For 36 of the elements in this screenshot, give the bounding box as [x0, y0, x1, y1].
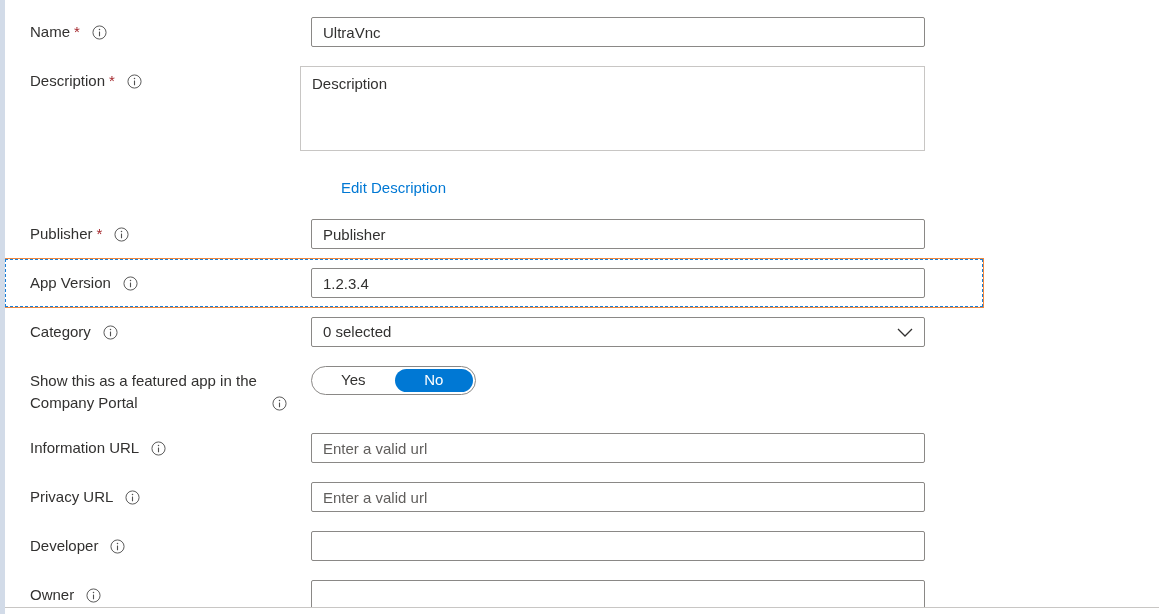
- field-label: Developer: [30, 536, 99, 556]
- toggle-option[interactable]: No: [394, 369, 473, 392]
- info-icon[interactable]: [272, 396, 287, 411]
- field-label: Description: [30, 71, 106, 91]
- category-dropdown[interactable]: 0 selected: [311, 317, 925, 347]
- text-field[interactable]: [311, 531, 925, 561]
- field-label: Owner: [30, 585, 75, 605]
- text-field[interactable]: Enter a valid url: [311, 433, 925, 463]
- selected-row[interactable]: App Version 1.2.3.4: [5, 259, 983, 307]
- field-label: Information URL: [30, 438, 140, 458]
- field-label: Privacy URL: [30, 487, 114, 507]
- info-icon[interactable]: [125, 490, 141, 505]
- required-asterisk: *: [96, 224, 103, 244]
- field-label: Category: [30, 322, 91, 342]
- info-icon[interactable]: [110, 539, 126, 554]
- field-label: Show this as a featured app in the Company Portal: [30, 371, 258, 413]
- chevron-down-icon: [897, 327, 913, 337]
- text-field[interactable]: UltraVnc: [311, 17, 925, 47]
- field-label: Name: [30, 22, 70, 42]
- info-icon[interactable]: [126, 74, 142, 89]
- field-label: App Version: [30, 273, 111, 293]
- text-field[interactable]: Enter a valid url: [311, 482, 925, 512]
- info-icon[interactable]: [102, 325, 118, 340]
- edit-description-link[interactable]: Edit Description: [341, 179, 447, 196]
- description-field[interactable]: Description: [300, 66, 925, 151]
- info-icon[interactable]: [122, 276, 138, 291]
- info-icon[interactable]: [114, 227, 130, 242]
- text-field[interactable]: 1.2.3.4: [311, 268, 925, 298]
- text-field[interactable]: Publisher: [311, 219, 925, 249]
- text-field[interactable]: [311, 580, 925, 607]
- info-icon[interactable]: [91, 25, 107, 40]
- required-asterisk: *: [74, 22, 80, 42]
- field-label: Publisher: [30, 224, 93, 244]
- info-icon[interactable]: [86, 588, 102, 603]
- info-icon[interactable]: [151, 441, 167, 456]
- required-asterisk: *: [109, 71, 115, 91]
